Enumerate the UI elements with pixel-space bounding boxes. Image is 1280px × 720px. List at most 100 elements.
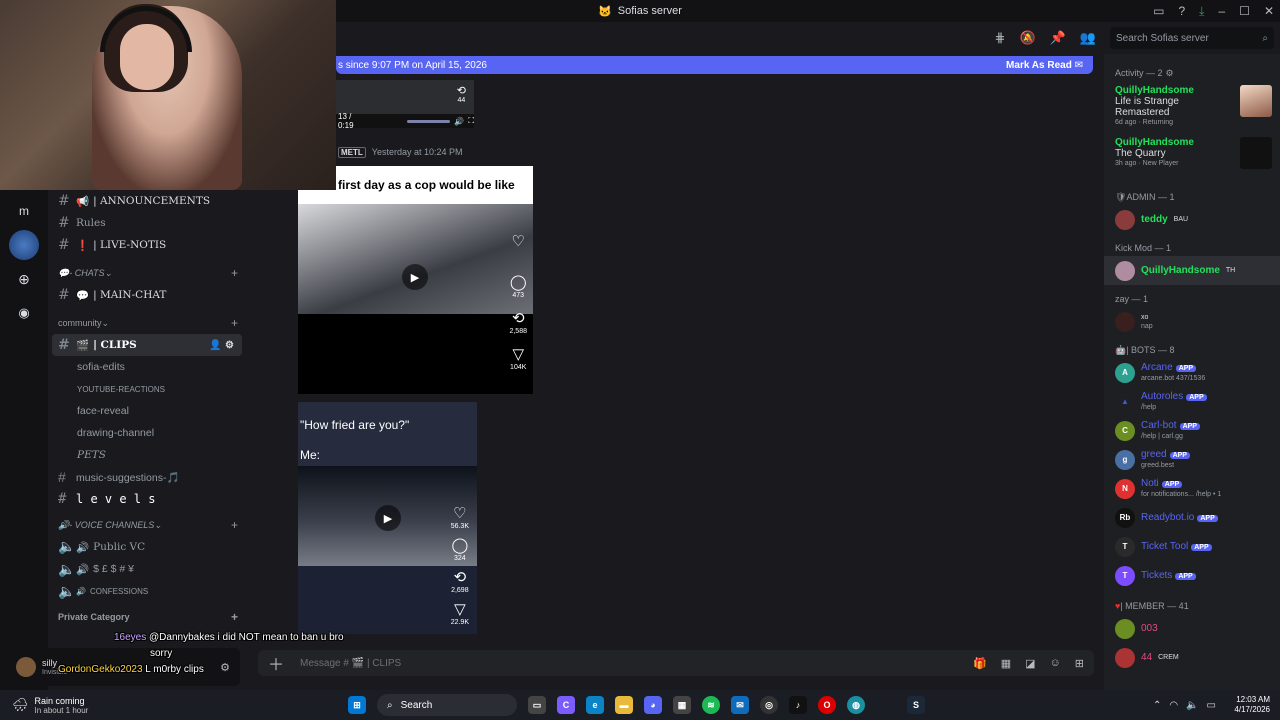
video-attachment[interactable]: "How fried are you?" Me: ▶ ♡ 56.3K ◯ 324 ⟲… xyxy=(298,402,477,634)
steam-icon[interactable]: S xyxy=(907,696,925,714)
activity-card[interactable]: QuillyHandsome The Quarry 3h ago · New P… xyxy=(1104,133,1280,185)
server-icon-m[interactable]: m xyxy=(9,196,39,226)
member-bot[interactable]: T Ticket Tool APP xyxy=(1104,532,1280,561)
copilot-icon[interactable]: C xyxy=(557,696,575,714)
video-progress[interactable] xyxy=(406,119,451,123)
channel-live-notis[interactable]: # ❗ | LIVE-NOTIS xyxy=(48,234,248,256)
maximize-button[interactable]: ☐ xyxy=(1239,4,1250,18)
clock[interactable]: 12:03 AM 4/17/2026 xyxy=(1234,695,1270,715)
discover-icon[interactable]: ◉ xyxy=(9,298,39,328)
store-icon[interactable]: ▦ xyxy=(673,696,691,714)
channel-clips[interactable]: # 🎬 | CLIPS 👤 ⚙ xyxy=(52,334,242,356)
voice-public-vc[interactable]: 🔈 🔊 Public VC xyxy=(48,536,248,558)
obs-icon[interactable]: ◎ xyxy=(760,696,778,714)
channel-drawing[interactable]: drawing-channel xyxy=(48,422,248,444)
notification-mute-icon[interactable]: 🔕 xyxy=(1019,30,1035,46)
message-composer[interactable]: ＋ Message # 🎬 | CLIPS 🎁 ▦ ◪ ☺ ⊞ xyxy=(258,650,1094,676)
channel-pets[interactable]: PETS xyxy=(48,444,248,466)
add-channel-icon[interactable]: + xyxy=(231,266,238,280)
taskbar-search[interactable]: ⌕ Search xyxy=(377,694,517,716)
play-button[interactable]: ▶ xyxy=(402,264,428,290)
play-button[interactable]: ▶ xyxy=(375,505,401,531)
member-bot[interactable]: N Noti APP for notifications... /help • 1 xyxy=(1104,474,1280,503)
user-avatar[interactable] xyxy=(16,657,36,677)
message-input[interactable]: Message # 🎬 | CLIPS xyxy=(300,658,401,669)
comment-icon: ◯ xyxy=(509,274,527,291)
apps-icon[interactable]: ⊞ xyxy=(1075,657,1084,670)
channel-face-reveal[interactable]: face-reveal xyxy=(48,400,248,422)
member-xo[interactable]: xo nap xyxy=(1104,307,1280,336)
robot-icon: 🤖 xyxy=(1115,344,1127,355)
activity-card[interactable]: QuillyHandsome Life is Strange Remastere… xyxy=(1104,81,1280,133)
member-bot[interactable]: T Tickets APP xyxy=(1104,561,1280,590)
pin-icon[interactable]: 📌 xyxy=(1050,30,1066,46)
channel-announcements[interactable]: # 📢 | ANNOUNCEMENTS xyxy=(48,190,248,212)
fullscreen-icon[interactable]: ⛶ xyxy=(468,116,474,126)
volume-icon[interactable]: 🔊 xyxy=(454,117,464,126)
download-icon[interactable]: ⤓ xyxy=(1199,4,1204,19)
server-icon-avatar[interactable] xyxy=(9,230,39,260)
member-quillyhandsome[interactable]: QuillyHandsome TH xyxy=(1104,256,1280,285)
member-list-icon[interactable]: 👥 xyxy=(1080,30,1096,46)
member-teddy[interactable]: teddy BAU xyxy=(1104,205,1280,234)
help-icon[interactable]: ? xyxy=(1178,4,1185,18)
mark-as-read-button[interactable]: Mark As Read ✉ xyxy=(1006,60,1083,71)
gift-icon[interactable]: 🎁 xyxy=(973,657,987,670)
message-author[interactable]: METL xyxy=(338,147,366,158)
channel-youtube-reactions[interactable]: YOUTUBE-REACTIONS xyxy=(48,378,248,400)
member-bot[interactable]: A Arcane APP arcane.bot 437/1536 xyxy=(1104,358,1280,387)
previous-video[interactable]: ⟲ 44 13 / 0:19 🔊 ⛶ xyxy=(336,80,474,130)
tiktok-icon[interactable]: ♪ xyxy=(789,696,807,714)
add-channel-icon[interactable]: + xyxy=(231,316,238,330)
task-view-icon[interactable]: ▭ xyxy=(528,696,546,714)
channel-sofia-edits[interactable]: sofia-edits xyxy=(48,356,248,378)
new-messages-banner[interactable]: s since 9:07 PM on April 15, 2026 Mark A… xyxy=(336,56,1093,74)
channel-settings-icon[interactable]: ⚙ xyxy=(225,340,234,351)
attach-icon[interactable]: ＋ xyxy=(268,651,284,675)
sticker-icon[interactable]: ◪ xyxy=(1025,657,1035,670)
edge-icon[interactable]: e xyxy=(586,696,604,714)
add-channel-icon[interactable]: + xyxy=(231,518,238,532)
channel-main-chat[interactable]: # 💬 | MAIN-CHAT xyxy=(48,284,248,306)
search-input[interactable]: Search Sofias server ⌕ xyxy=(1110,27,1274,49)
voice-confessions[interactable]: 🔈 🔊 CONFESSIONS xyxy=(48,580,248,602)
gif-icon[interactable]: ▦ xyxy=(1001,657,1011,670)
inbox-icon[interactable]: ▭ xyxy=(1153,4,1164,18)
emoji-icon[interactable]: ☺ xyxy=(1050,657,1061,670)
spotify-icon[interactable]: ≋ xyxy=(702,696,720,714)
video-attachment[interactable]: first day as a cop would be like ▶ ♡ ◯ 47… xyxy=(298,166,533,394)
channel-rules[interactable]: # Rules xyxy=(48,212,248,234)
user-settings-icon[interactable]: ⚙ xyxy=(220,661,230,674)
category-chats[interactable]: 💬 - CHATS ⌄ + xyxy=(48,262,248,284)
share-icon: ▽ xyxy=(454,601,466,618)
browser-icon[interactable]: ◍ xyxy=(847,696,865,714)
category-private[interactable]: Private Category + xyxy=(48,606,248,628)
system-tray[interactable]: ⌃ ◠ 🔈 ▭ xyxy=(1153,700,1216,711)
channel-levels[interactable]: # l e v e l s xyxy=(48,488,248,510)
opera-icon[interactable]: O xyxy=(818,696,836,714)
start-icon[interactable]: ⊞ xyxy=(348,696,366,714)
member-bot[interactable]: Rb Readybot.io APP xyxy=(1104,503,1280,532)
member-bot[interactable]: ▲ Autoroles APP/help xyxy=(1104,387,1280,416)
activity-header: Activity — 2 ⚙ xyxy=(1115,67,1174,79)
minimize-button[interactable]: – xyxy=(1218,4,1225,18)
member-44[interactable]: 44 CREM xyxy=(1104,643,1280,672)
mail-icon[interactable]: ✉ xyxy=(731,696,749,714)
stream-chat-line: 16eyes @Dannybakes i did NOT mean to ban… xyxy=(114,632,344,643)
member-bot[interactable]: g greed APP greed.best xyxy=(1104,445,1280,474)
file-explorer-icon[interactable]: ▬ xyxy=(615,696,633,714)
taskbar: 🌧 Rain coming In about 1 hour ⊞ ⌕ Search ▭… xyxy=(0,690,1280,720)
close-button[interactable]: ✕ xyxy=(1264,4,1274,18)
member-003[interactable]: 003 xyxy=(1104,614,1280,643)
add-server-icon[interactable]: ⊕ xyxy=(9,264,39,294)
voice-money[interactable]: 🔈 🔊 $ £ $ # ¥ xyxy=(48,558,248,580)
server-icon: 🐱 xyxy=(598,5,612,18)
threads-icon[interactable]: ⋕ xyxy=(995,30,1006,46)
member-bot[interactable]: C Carl-bot APP/help | carl.gg xyxy=(1104,416,1280,445)
weather-widget[interactable]: 🌧 Rain coming In about 1 hour xyxy=(12,696,88,715)
category-community[interactable]: community ⌄ + xyxy=(48,312,248,334)
invite-icon[interactable]: 👤 xyxy=(209,340,221,351)
channel-music-suggestions[interactable]: # music-suggestions-🎵 xyxy=(48,466,248,488)
category-voice[interactable]: 🔊 - VOICE CHANNELS ⌄ + xyxy=(48,514,248,536)
discord-icon[interactable]: ◕ xyxy=(644,696,662,714)
